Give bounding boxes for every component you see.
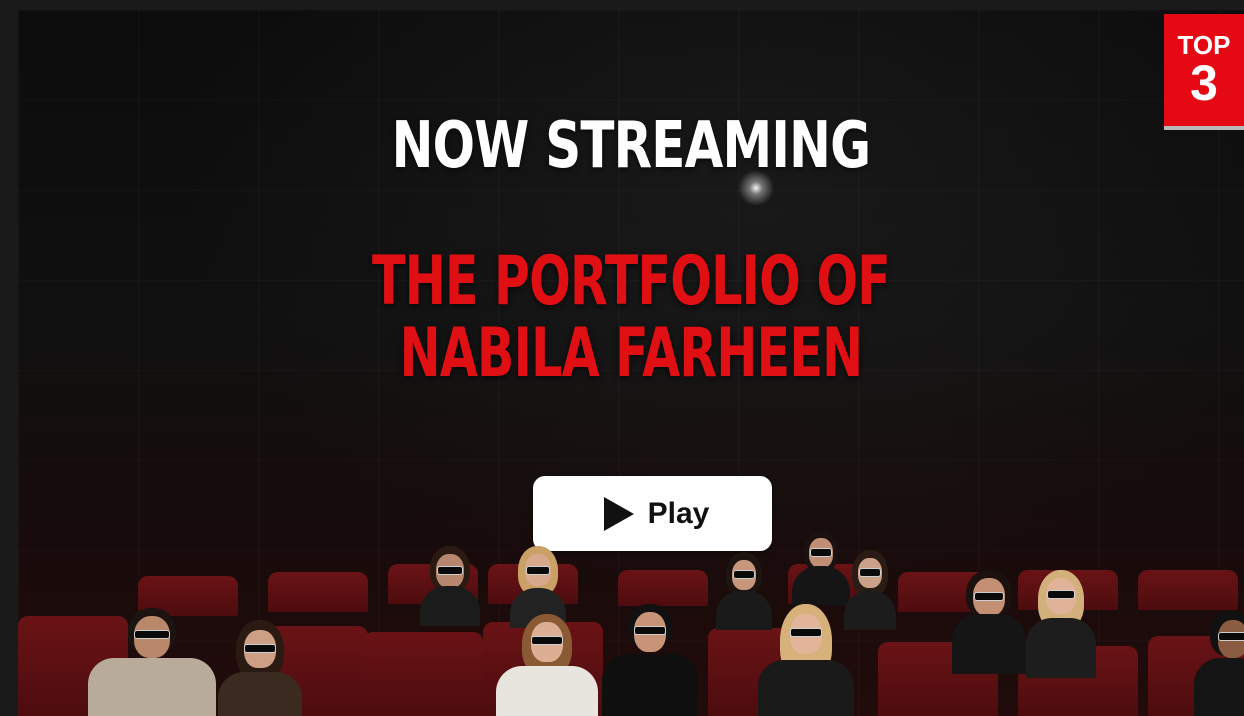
hero-banner: NOW STREAMING THE PORTFOLIO OF NABILA FA… <box>18 10 1244 716</box>
portfolio-title: THE PORTFOLIO OF NABILA FARHEEN <box>190 246 1073 390</box>
cinema-audience-image <box>18 532 1244 716</box>
top-rank-badge: TOP 3 <box>1164 14 1244 130</box>
top-rank-badge-number: 3 <box>1190 55 1218 111</box>
portfolio-title-line-2: NABILA FARHEEN <box>399 314 863 393</box>
play-button-label: Play <box>647 496 710 530</box>
seat <box>618 570 708 606</box>
hero-headline: NOW STREAMING <box>391 109 871 183</box>
play-icon <box>603 496 634 531</box>
seat <box>1138 570 1238 610</box>
portfolio-title-line-1: THE PORTFOLIO OF <box>372 242 891 321</box>
play-button[interactable]: Play <box>533 476 772 551</box>
seat <box>268 572 368 612</box>
seat <box>363 632 483 716</box>
